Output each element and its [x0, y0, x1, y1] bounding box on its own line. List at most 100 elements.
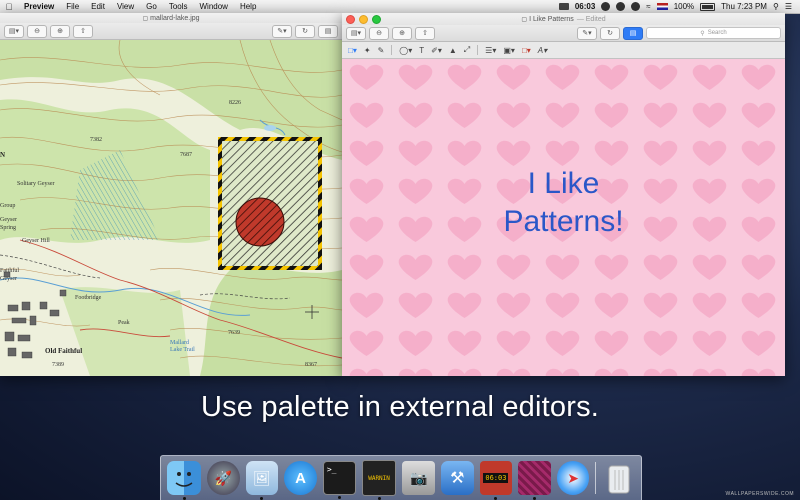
share-button[interactable]: ⇧: [73, 24, 93, 38]
fullscreen-window-button[interactable]: [372, 15, 381, 24]
markup-toolbox-button[interactable]: ▤: [623, 26, 643, 40]
launchpad-icon[interactable]: 🚀: [207, 461, 240, 495]
clock-status-icon[interactable]: [601, 2, 611, 11]
spotlight-icon[interactable]: ⚲: [773, 2, 779, 11]
search-field[interactable]: ⚲ Search: [646, 27, 781, 39]
topographic-map[interactable]: 8226 7382 7687 7639 7389 8367 N Solitary…: [0, 39, 342, 376]
pattern-window-title: I Like Patterns: [529, 15, 574, 23]
map-window-toolbar: ▤▾ ⊖ ⊕ ⇧ ✎▾ ↻ ▤: [0, 23, 342, 40]
battery-icon[interactable]: [700, 2, 716, 11]
elevation-label: 7389: [52, 362, 64, 368]
promo-caption: Use palette in external editors.: [200, 391, 600, 423]
menu-file[interactable]: File: [60, 2, 85, 11]
place-label-footbridge: Footbridge: [75, 295, 102, 301]
edited-status[interactable]: — Edited: [577, 16, 606, 23]
pattern-window-titlebar[interactable]: ▢ I Like Patterns — Edited: [342, 13, 785, 25]
menu-view[interactable]: View: [111, 2, 140, 11]
shapes-tool-icon[interactable]: ◯▾: [399, 46, 412, 55]
console-icon[interactable]: WARNIN: [361, 460, 397, 500]
trash-icon[interactable]: [602, 461, 635, 495]
zoom-out-button[interactable]: ⊖: [27, 24, 47, 38]
rotate-button[interactable]: ↻: [600, 26, 620, 40]
selection-tool-icon[interactable]: □▾: [348, 46, 357, 55]
place-label-peak: Peak: [118, 320, 130, 326]
terminal-prompt: >_: [326, 465, 337, 474]
menu-go[interactable]: Go: [140, 2, 163, 11]
line-style-icon[interactable]: ☰▾: [485, 46, 496, 55]
image-capture-icon[interactable]: 📷: [402, 461, 435, 495]
terminal-icon[interactable]: >_: [322, 461, 356, 499]
dropbox-icon[interactable]: [558, 3, 569, 10]
pen-tool-button[interactable]: ✎▾: [577, 26, 597, 40]
document-icon: ▢: [521, 16, 528, 23]
instant-alpha-icon[interactable]: ✦: [364, 46, 371, 55]
elevation-label: 7639: [228, 330, 240, 336]
menu-edit[interactable]: Edit: [85, 2, 111, 11]
zoom-in-button[interactable]: ⊕: [50, 24, 70, 38]
pattern-canvas[interactable]: I Like Patterns!: [342, 59, 785, 376]
close-window-button[interactable]: [346, 15, 355, 24]
map-letter-label: N: [0, 151, 6, 159]
wifi-icon[interactable]: ≈: [646, 2, 650, 11]
place-label-old-faithful: Old Faithful: [45, 347, 83, 355]
topographic-map-image: [0, 39, 342, 376]
palette-app-icon[interactable]: [518, 461, 551, 500]
input-source-flag-icon[interactable]: [656, 3, 668, 10]
text-style-icon[interactable]: A▾: [538, 46, 547, 55]
place-label-faithful-geyser: Faithful Geyser: [0, 268, 19, 282]
preview-app-icon[interactable]: 🖼: [245, 461, 279, 500]
pattern-window: ▢ I Like Patterns — Edited ▤▾ ⊖ ⊕ ⇧ ✎▾ ↻…: [342, 13, 785, 376]
timer-app-display: 06:03: [483, 473, 509, 483]
signature-tool-icon[interactable]: ✐▾: [431, 46, 442, 55]
document-icon: ▢: [142, 15, 149, 22]
sketch-tool-icon[interactable]: ✎: [378, 46, 385, 55]
safari-icon[interactable]: ➤: [556, 461, 590, 495]
menu-help[interactable]: Help: [234, 2, 262, 11]
minimize-window-button[interactable]: [359, 15, 368, 24]
sidebar-toggle-button[interactable]: ▤▾: [346, 26, 366, 40]
apple-menu-icon[interactable]: : [0, 2, 18, 12]
elevation-label: 7382: [90, 137, 102, 143]
map-window-titlebar[interactable]: ▢ mallard-lake.jpg: [0, 13, 342, 23]
adjust-color-icon[interactable]: ▲: [449, 46, 457, 55]
elevation-label: 8367: [305, 362, 317, 368]
place-label-mallard-lake-trail: Mallard Lake Trail: [170, 340, 195, 353]
elevation-label: 7687: [180, 152, 192, 158]
markup-toolbox-button[interactable]: ▤: [318, 24, 338, 38]
timer-app-icon[interactable]: 06:03: [479, 461, 513, 500]
app-store-icon[interactable]: A: [284, 461, 317, 495]
place-label-geyser-hill: Geyser Hill: [22, 238, 50, 244]
menu-tools[interactable]: Tools: [163, 2, 194, 11]
sidebar-toggle-button[interactable]: ▤▾: [4, 24, 24, 38]
dock: 🚀 🖼 A >_ WARNIN 📷 ⚒ 06:03 ➤: [160, 455, 642, 500]
border-color-icon[interactable]: ▣▾: [503, 46, 515, 55]
search-placeholder: Search: [707, 30, 727, 36]
battery-percent[interactable]: 100%: [674, 2, 694, 11]
pattern-window-toolbar: ▤▾ ⊖ ⊕ ⇧ ✎▾ ↻ ▤ ⚲ Search: [342, 25, 785, 42]
adjust-size-icon[interactable]: ⤢: [464, 45, 470, 55]
xcode-icon[interactable]: ⚒: [440, 461, 474, 495]
fill-color-icon[interactable]: □▾: [522, 46, 531, 55]
elevation-label: 8226: [229, 100, 241, 106]
zoom-out-button[interactable]: ⊖: [369, 26, 389, 40]
status-timer[interactable]: 06:03: [575, 2, 595, 11]
watermark: WALLPAPERSWIDE.COM: [725, 491, 794, 497]
text-tool-icon[interactable]: T: [419, 46, 424, 55]
notification-center-icon[interactable]: ☰: [785, 2, 792, 11]
zoom-in-button[interactable]: ⊕: [392, 26, 412, 40]
heading-line-2: Patterns!: [503, 205, 624, 238]
menu-clock[interactable]: Thu 7:23 PM: [721, 2, 767, 11]
menu-window[interactable]: Window: [194, 2, 234, 11]
power-status-icon[interactable]: [616, 2, 626, 11]
lastpass-icon[interactable]: [631, 2, 641, 11]
pattern-heading: I Like Patterns!: [342, 165, 785, 241]
share-button[interactable]: ⇧: [415, 26, 435, 40]
pen-tool-button[interactable]: ✎▾: [272, 24, 292, 38]
rotate-button[interactable]: ↻: [295, 24, 315, 38]
dock-divider: [595, 462, 597, 494]
place-label-group: Group: [0, 203, 16, 209]
console-label: WARNIN: [368, 474, 390, 482]
finder-icon[interactable]: [167, 461, 201, 500]
markup-toolbar: □▾ ✦ ✎ ◯▾ T ✐▾ ▲ ⤢ ☰▾ ▣▾ □▾ A▾: [342, 42, 785, 59]
menu-app-preview[interactable]: Preview: [18, 2, 60, 11]
